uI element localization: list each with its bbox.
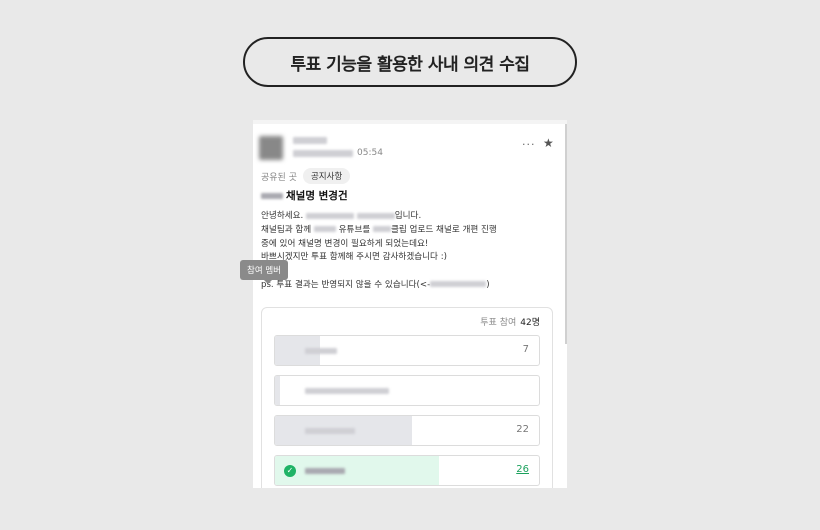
poll-option-count[interactable]: 7: [523, 344, 529, 355]
poll-option[interactable]: [274, 375, 540, 406]
author-name[interactable]: [293, 137, 327, 144]
poll-option[interactable]: 7: [274, 335, 540, 366]
poll-option-label: [305, 468, 345, 474]
notice-tag[interactable]: 공지사항: [302, 168, 351, 184]
poll-option[interactable]: 22: [274, 415, 540, 446]
scrollbar[interactable]: [565, 124, 567, 344]
poll-option-bar: [275, 456, 439, 485]
members-tooltip: 참여 멤버: [240, 260, 288, 284]
poll-option-count[interactable]: 26: [516, 464, 529, 475]
star-icon[interactable]: ★: [543, 136, 554, 150]
post-time: 05:54: [357, 148, 383, 158]
banner-title: 투표 기능을 활용한 사내 의견 수집: [243, 37, 577, 87]
poll-option-bar: [275, 376, 281, 405]
poll-option-count[interactable]: 22: [516, 424, 529, 435]
shared-location: 공유된 곳 공지사항: [261, 168, 351, 184]
poll-option-label: [305, 388, 389, 394]
post-card: 05:54 ··· ★ 공유된 곳 공지사항 채널명 변경건 안녕하세요. 입니…: [253, 120, 567, 488]
poll-option-selected[interactable]: ✓ 26: [274, 455, 540, 486]
redacted-text: [261, 193, 283, 199]
poll-option-label: [305, 428, 355, 434]
shared-label: 공유된 곳: [261, 172, 297, 183]
post-date: [293, 150, 353, 157]
poll-option-label: [305, 348, 337, 354]
more-options-icon[interactable]: ···: [522, 138, 536, 151]
post-body: 안녕하세요. 입니다. 채널팀과 함께 유튜브를 클립 업로드 채널로 개편 진…: [261, 211, 497, 290]
poll-participation[interactable]: 투표 참여 42명: [480, 315, 540, 328]
post-title: 채널명 변경건: [261, 188, 348, 203]
poll: 투표 참여 42명 7 22 ✓ 26: [261, 307, 553, 488]
avatar[interactable]: [259, 136, 283, 160]
post-header: 05:54 ··· ★: [259, 134, 559, 164]
check-icon: ✓: [284, 465, 296, 477]
